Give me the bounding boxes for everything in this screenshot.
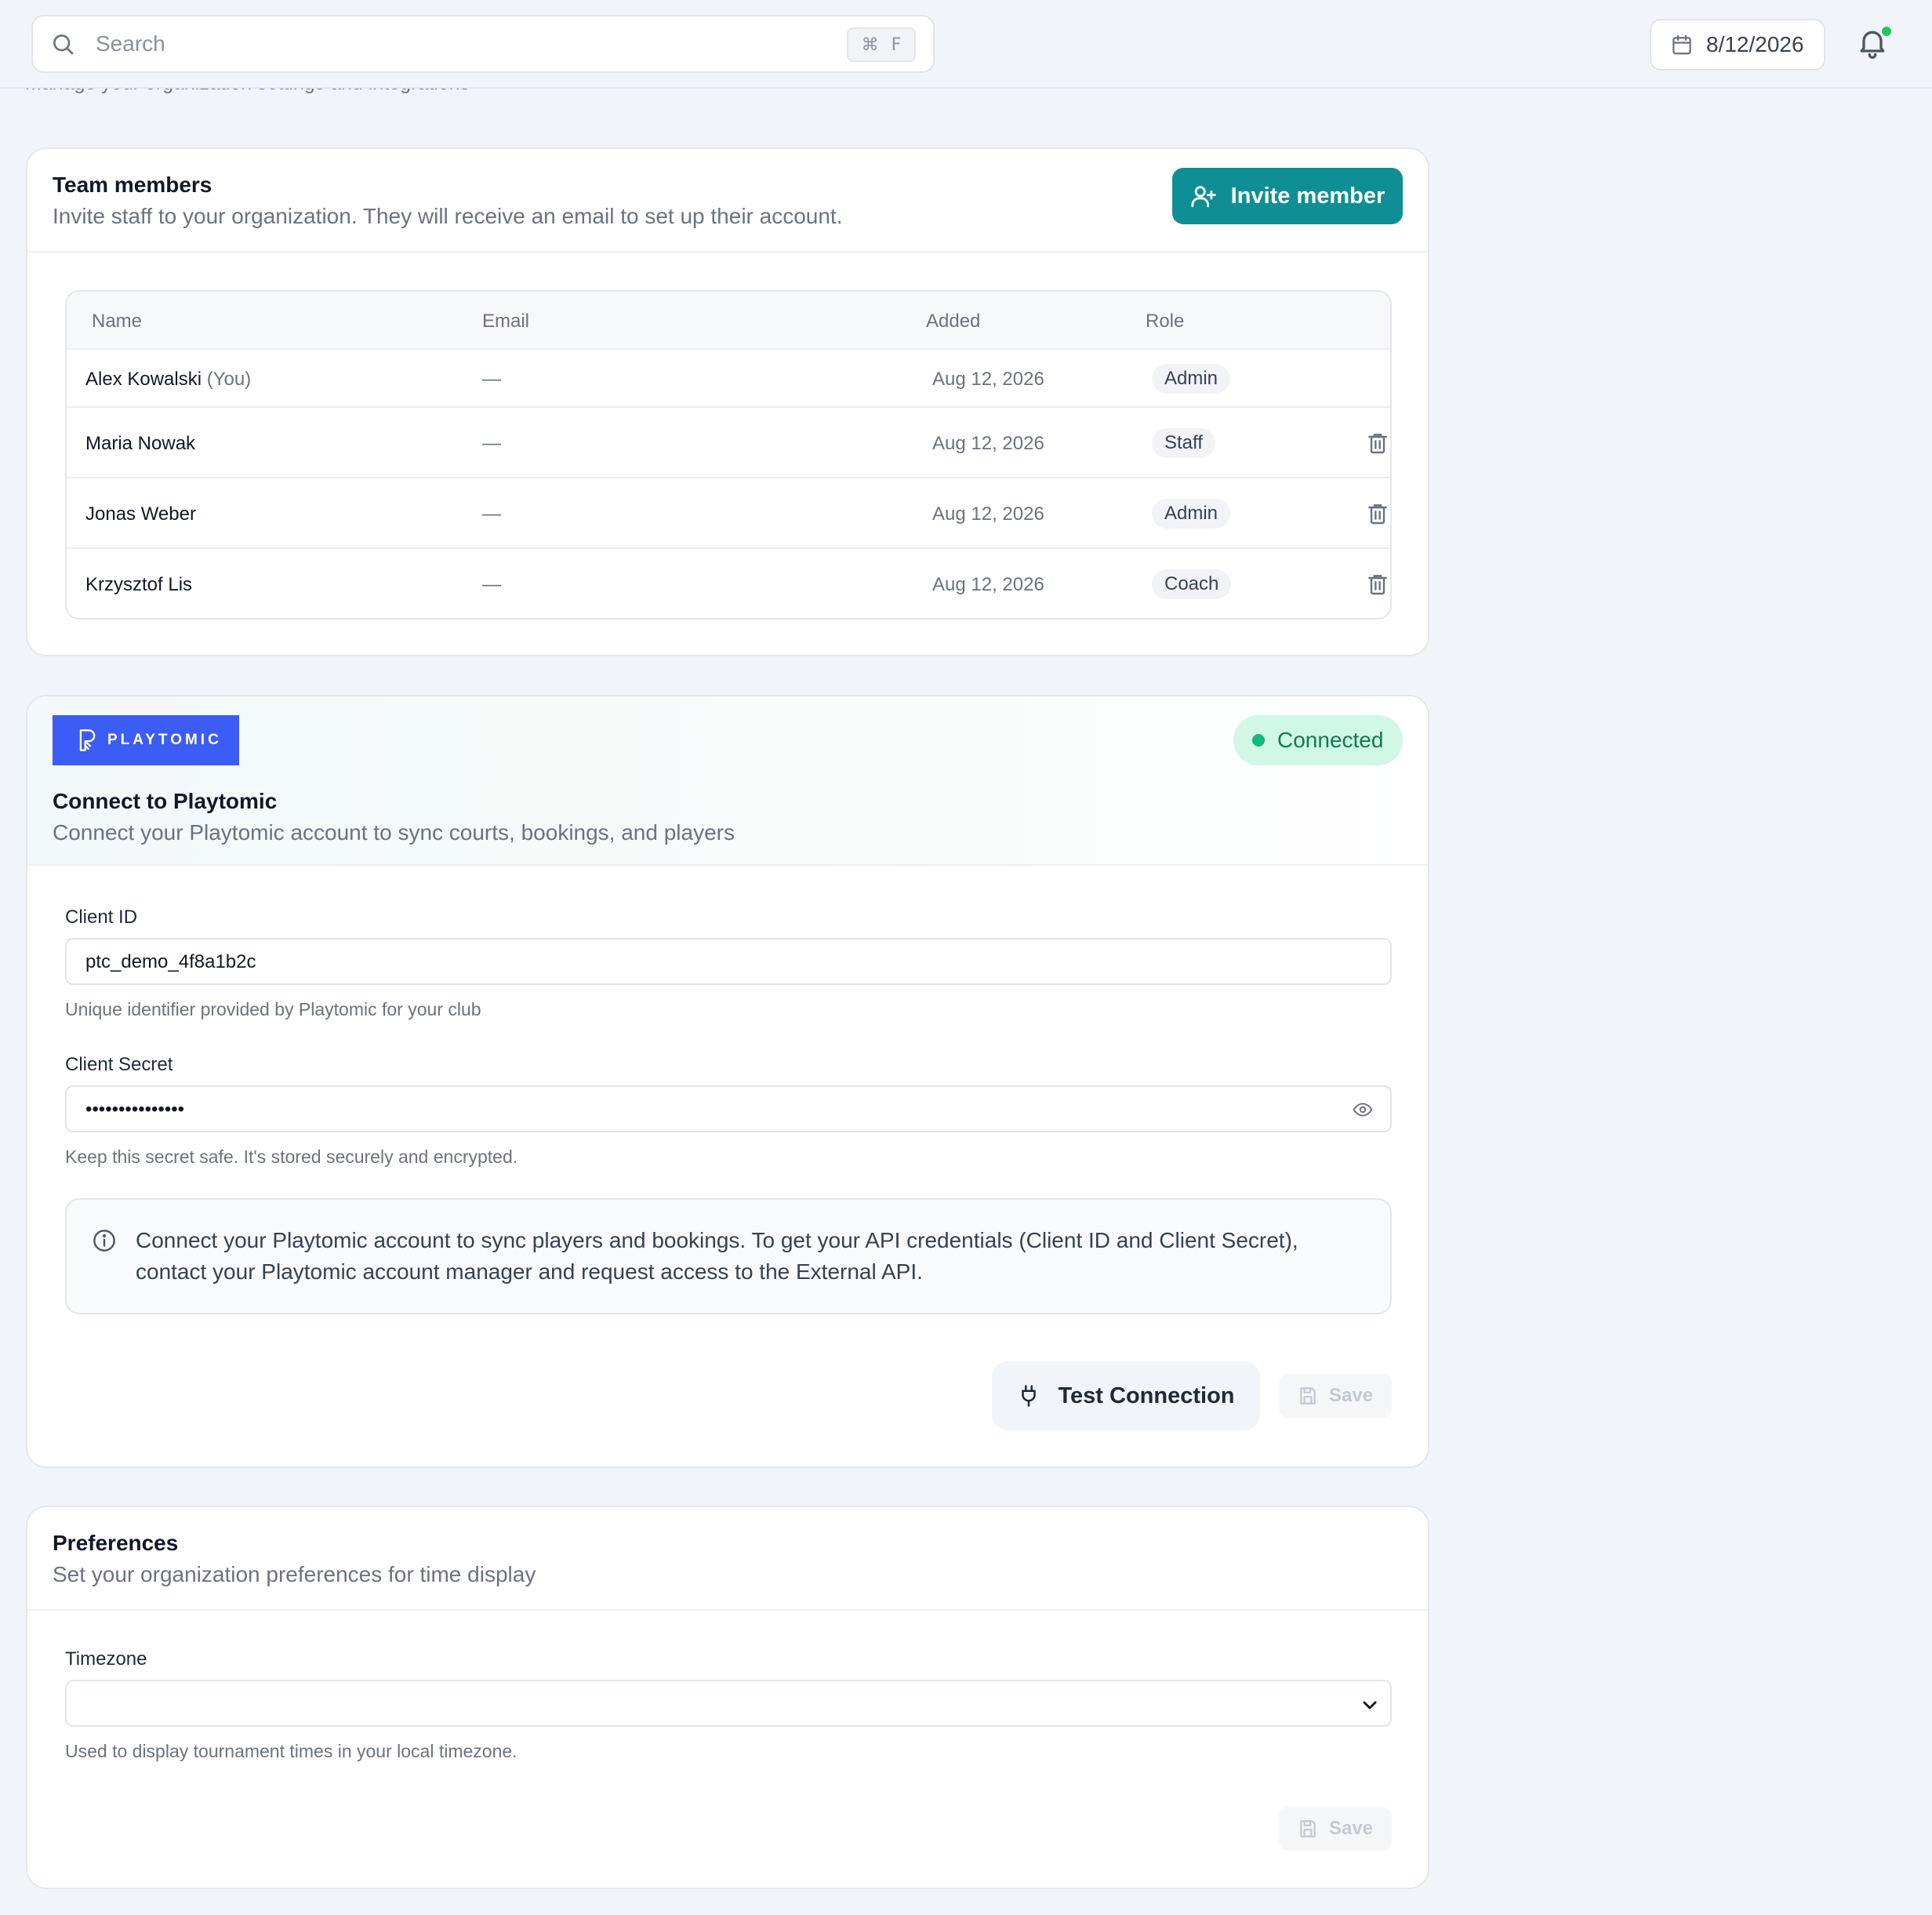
test-connection-label: Test Connection [1058, 1383, 1235, 1408]
preferences-header: Preferences Set your organization prefer… [27, 1507, 1428, 1611]
shortcut-key: F [891, 35, 902, 55]
timezone-select[interactable] [65, 1680, 1392, 1727]
team-members-header: Team members Invite staff to your organi… [27, 149, 1428, 253]
column-added: Added [926, 311, 981, 332]
plug-icon [1017, 1384, 1040, 1408]
status-dot [1252, 734, 1265, 747]
member-added: Aug 12, 2026 [932, 503, 1044, 525]
search-input[interactable] [96, 26, 801, 62]
info-text: Connect your Playtomic account to sync p… [136, 1228, 1298, 1284]
chevron-down-icon [1360, 1695, 1379, 1714]
info-icon [92, 1228, 117, 1253]
table-row: Krzysztof Lis — Aug 12, 2026 Coach [67, 549, 1390, 618]
client-id-input[interactable] [85, 946, 1309, 979]
save-label: Save [1328, 1385, 1374, 1406]
search-icon [50, 31, 75, 56]
playtomic-logo-text: PLAYTOMIC [107, 732, 222, 748]
table-row: Jonas Weber — Aug 12, 2026 Admin [67, 478, 1390, 549]
preferences-title: Preferences [53, 1531, 179, 1555]
column-name: Name [92, 311, 143, 332]
preferences-card: Preferences Set your organization prefer… [26, 1506, 1429, 1889]
save-icon [1298, 1386, 1318, 1406]
member-name: Alex Kowalski (You) [85, 369, 252, 390]
info-callout: Connect your Playtomic account to sync p… [65, 1198, 1392, 1314]
search-shortcut: ⌘ F [847, 27, 916, 62]
you-label: (You) [206, 369, 252, 390]
team-members-description: Invite staff to your organization. They … [53, 204, 843, 228]
current-date: 8/12/2026 [1706, 32, 1804, 56]
column-email: Email [482, 311, 530, 332]
calendar-icon [1670, 33, 1694, 56]
trash-icon[interactable] [1365, 500, 1390, 527]
connection-status-text: Connected [1277, 728, 1384, 752]
timezone-label: Timezone [65, 1648, 147, 1670]
role-badge: Staff [1152, 428, 1215, 458]
member-added: Aug 12, 2026 [932, 369, 1044, 390]
playtomic-title: Connect to Playtomic [53, 789, 278, 813]
date-picker[interactable]: 8/12/2026 [1650, 19, 1825, 71]
client-secret-input[interactable] [85, 1093, 1309, 1126]
role-badge: Admin [1152, 499, 1231, 529]
member-name: Jonas Weber [85, 503, 196, 525]
client-id-field[interactable] [65, 938, 1392, 985]
client-secret-field[interactable] [65, 1085, 1392, 1132]
client-secret-label: Client Secret [65, 1054, 173, 1075]
member-name: Maria Nowak [85, 433, 196, 454]
role-badge: Coach [1152, 569, 1232, 599]
eye-icon[interactable] [1353, 1101, 1373, 1118]
search-box[interactable]: ⌘ F [31, 15, 935, 73]
test-connection-button[interactable]: Test Connection [992, 1361, 1260, 1430]
table-row: Alex Kowalski (You) — Aug 12, 2026 Admin [67, 350, 1390, 408]
playtomic-description: Connect your Playtomic account to sync c… [53, 820, 735, 845]
members-table: Name Email Added Role Alex Kowalski (You… [65, 290, 1392, 620]
save-playtomic-button[interactable]: Save [1279, 1374, 1392, 1418]
member-email: — [482, 369, 501, 390]
user-plus-icon [1190, 183, 1217, 209]
top-bar: ⌘ F 8/12/2026 [0, 0, 1932, 89]
team-members-title: Team members [53, 173, 212, 197]
preferences-description: Set your organization preferences for ti… [53, 1562, 536, 1586]
team-members-card: Team members Invite staff to your organi… [26, 147, 1429, 656]
invite-member-button[interactable]: Invite member [1172, 168, 1403, 224]
playtomic-logo-icon [78, 729, 96, 752]
timezone-help: Used to display tournament times in your… [65, 1741, 518, 1761]
client-secret-help: Keep this secret safe. It's stored secur… [65, 1146, 518, 1167]
member-added: Aug 12, 2026 [932, 433, 1044, 454]
table-row: Maria Nowak — Aug 12, 2026 Staff [67, 408, 1390, 478]
playtomic-card: PLAYTOMIC Connected Connect to Playtomic… [26, 695, 1429, 1468]
connection-status-badge: Connected [1233, 715, 1403, 765]
member-email: — [482, 433, 501, 454]
trash-icon[interactable] [1365, 430, 1390, 456]
playtomic-header: PLAYTOMIC Connected Connect to Playtomic… [27, 696, 1428, 866]
save-label: Save [1328, 1818, 1374, 1839]
member-email: — [482, 503, 501, 525]
role-badge: Admin [1152, 364, 1231, 394]
save-preferences-button[interactable]: Save [1279, 1807, 1392, 1851]
invite-member-label: Invite member [1230, 183, 1385, 209]
trash-icon[interactable] [1365, 571, 1390, 598]
client-id-help: Unique identifier provided by Playtomic … [65, 999, 481, 1019]
save-icon [1298, 1819, 1318, 1839]
member-name: Krzysztof Lis [85, 574, 193, 595]
notifications-button[interactable] [1855, 25, 1893, 64]
table-header: Name Email Added Role [67, 292, 1390, 350]
playtomic-logo: PLAYTOMIC [53, 715, 239, 765]
notification-dot [1880, 25, 1893, 38]
member-email: — [482, 574, 501, 595]
member-added: Aug 12, 2026 [932, 574, 1044, 595]
column-role: Role [1146, 311, 1185, 332]
client-id-label: Client ID [65, 907, 138, 928]
shortcut-symbol: ⌘ [861, 35, 879, 55]
